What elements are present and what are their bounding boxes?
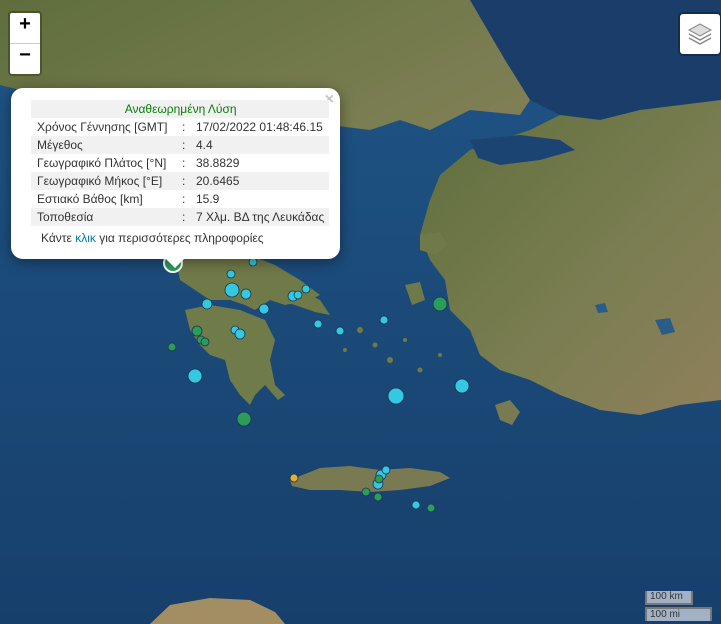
popup-tip [165, 258, 185, 268]
earthquake-marker[interactable] [335, 326, 345, 336]
latitude-value: 38.8829 [196, 156, 240, 170]
latitude-label: Γεωγραφικό Πλάτος [°N] [37, 156, 167, 170]
earthquake-marker[interactable] [293, 290, 303, 300]
longitude-label: Γεωγραφικό Μήκος [°E] [31, 172, 180, 190]
separator: : [180, 208, 190, 226]
separator: : [182, 192, 186, 206]
earthquake-marker[interactable] [432, 296, 448, 312]
depth-label: Εστιακό Βάθος [km] [37, 192, 143, 206]
earthquake-marker[interactable] [373, 492, 383, 502]
earthquake-marker[interactable] [258, 303, 270, 315]
earthquake-marker[interactable] [426, 503, 436, 513]
earthquake-marker[interactable] [200, 337, 210, 347]
earthquake-marker[interactable] [167, 342, 177, 352]
zoom-control: + − [8, 11, 42, 76]
separator: : [180, 172, 190, 190]
depth-value: 15.9 [196, 192, 220, 206]
earthquake-marker[interactable] [234, 328, 246, 340]
scale-km: 100 km [645, 591, 693, 605]
earthquake-marker[interactable] [379, 315, 389, 325]
earthquake-marker[interactable] [226, 269, 236, 279]
origin-time-value: 17/02/2022 01:48:46.15 [196, 120, 323, 134]
layers-button[interactable] [678, 12, 721, 56]
more-info-text: Κάντε κλικ για περισσότερες πληροφορίες [41, 231, 264, 245]
earthquake-marker[interactable] [236, 411, 252, 427]
earthquake-marker[interactable] [374, 474, 384, 484]
zoom-in-button[interactable]: + [10, 13, 40, 44]
earthquake-marker[interactable] [313, 319, 323, 329]
more-info-suffix: για περισσότερες πληροφορίες [95, 231, 264, 245]
earthquake-details-table: Αναθεωρημένη Λύση Χρόνος Γέννησης [GMT]:… [31, 100, 330, 226]
earthquake-marker[interactable] [240, 288, 252, 300]
earthquake-marker[interactable] [248, 257, 258, 267]
origin-time-label: Χρόνος Γέννησης [GMT] [37, 120, 168, 134]
layers-icon [687, 23, 713, 45]
earthquake-marker[interactable] [301, 284, 311, 294]
earthquake-marker[interactable] [381, 465, 391, 475]
earthquake-marker[interactable] [191, 325, 203, 337]
earthquake-marker[interactable] [289, 473, 299, 483]
separator: : [182, 120, 186, 134]
zoom-out-button[interactable]: − [10, 44, 40, 74]
location-label: Τοποθεσία [31, 208, 180, 226]
earthquake-marker[interactable] [187, 368, 203, 384]
more-info-prefix: Κάντε [41, 231, 76, 245]
scale-mi: 100 mi [645, 607, 712, 621]
earthquake-marker[interactable] [201, 298, 213, 310]
location-value: 7 Χλμ. ΒΔ της Λευκάδας [190, 208, 330, 226]
separator: : [182, 156, 186, 170]
separator: : [180, 136, 190, 154]
scale-bar: 100 km 100 mi [645, 591, 712, 621]
popup-title: Αναθεωρημένη Λύση [31, 100, 330, 118]
earthquake-marker[interactable] [454, 378, 470, 394]
earthquake-marker[interactable] [411, 500, 421, 510]
satellite-map[interactable]: + − × Αναθεωρημένη Λύση Χρόνος Γέννησης … [0, 0, 721, 624]
magnitude-label: Μέγεθος [31, 136, 180, 154]
more-info-link[interactable]: κλικ [75, 231, 96, 245]
earthquake-marker[interactable] [224, 282, 240, 298]
magnitude-value: 4.4 [190, 136, 330, 154]
earthquake-marker[interactable] [361, 487, 371, 497]
earthquake-popup: × Αναθεωρημένη Λύση Χρόνος Γέννησης [GMT… [11, 88, 340, 259]
earthquake-marker[interactable] [387, 387, 405, 405]
longitude-value: 20.6465 [190, 172, 330, 190]
